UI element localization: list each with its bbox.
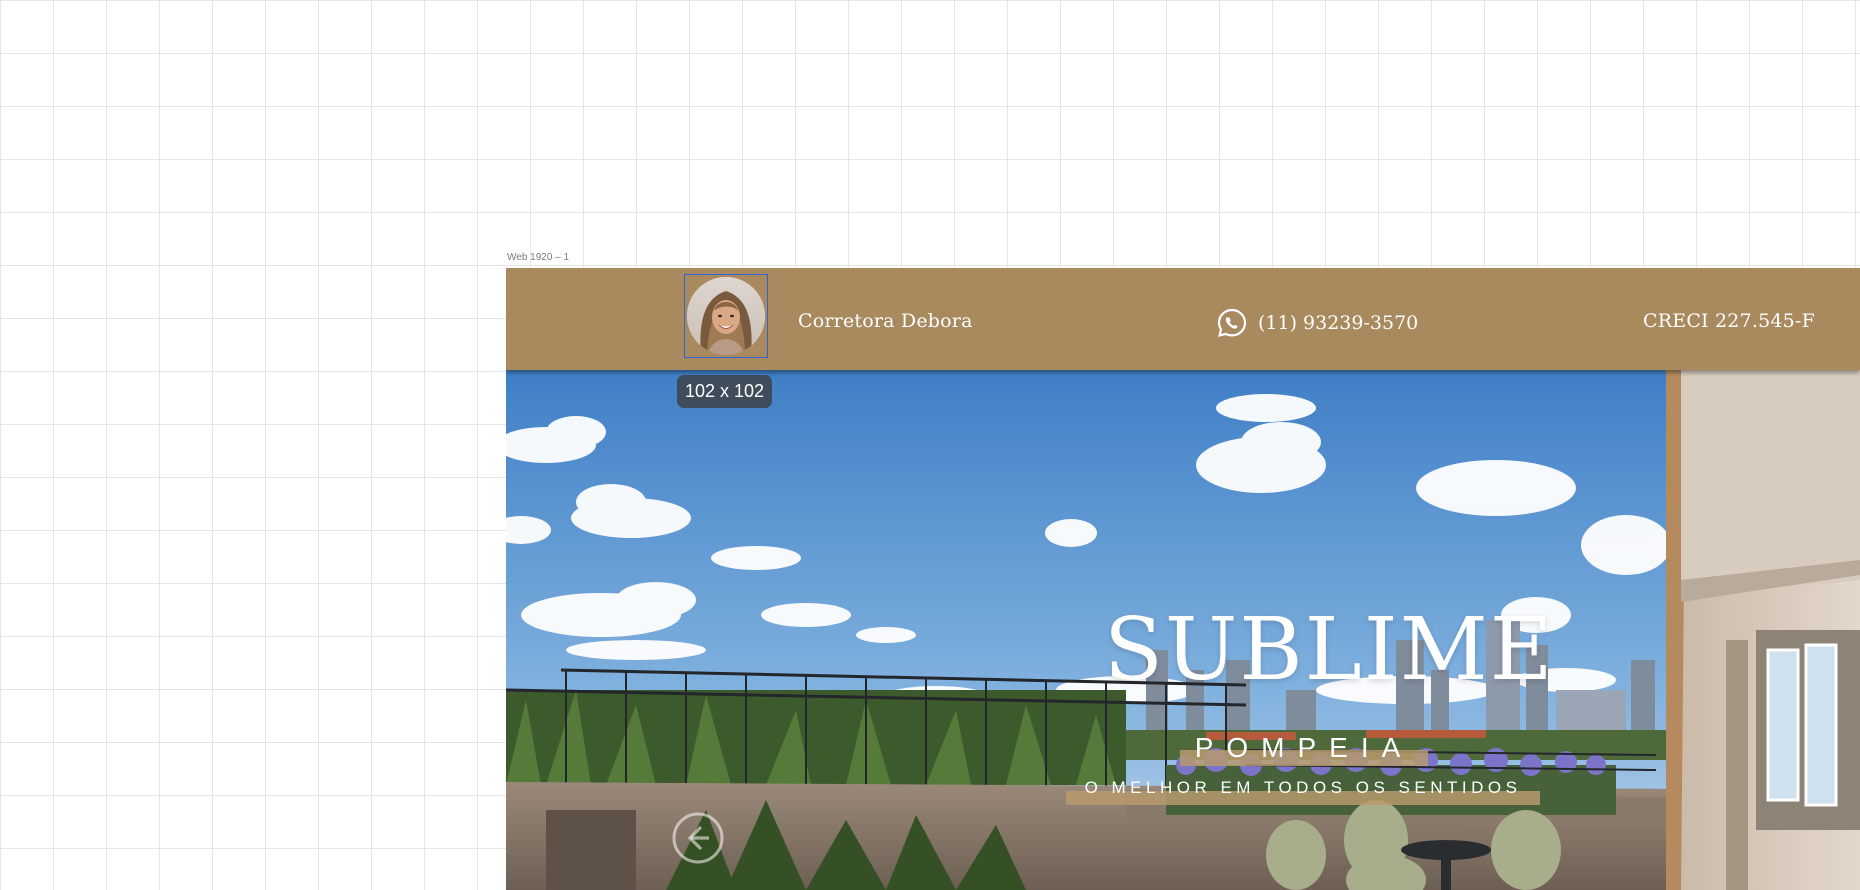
phone-number: (11) 93239-3570 [1258, 312, 1419, 334]
hero-subtitle: POMPEIA [1194, 732, 1414, 763]
hero-subtitle-block: POMPEIA [1180, 732, 1428, 768]
whatsapp-icon [1217, 308, 1247, 337]
broker-name: Corretora Debora [798, 310, 973, 332]
avatar-photo [687, 277, 765, 355]
site-header: Corretora Debora (11) 93239-3570 CRECI 2… [506, 268, 1860, 370]
artboard-label[interactable]: Web 1920 – 1 [507, 252, 569, 263]
hero-banner: SUBLIME POMPEIA O MELHOR EM TODOS OS SEN… [506, 370, 1860, 890]
hero-title: SUBLIME [1104, 600, 1555, 700]
phone-contact[interactable]: (11) 93239-3570 [1216, 306, 1418, 340]
artboard: Corretora Debora (11) 93239-3570 CRECI 2… [506, 268, 1860, 890]
avatar-selection-frame[interactable] [684, 274, 768, 358]
arrow-left-circle-icon[interactable] [671, 811, 725, 865]
hero-tagline-block: O MELHOR EM TODOS OS SENTIDOS [1066, 778, 1540, 808]
avatar[interactable] [687, 277, 765, 355]
size-tooltip: 102 x 102 [677, 375, 773, 408]
hero-tagline: O MELHOR EM TODOS OS SENTIDOS [1084, 778, 1522, 797]
creci-license: CRECI 227.545-F [1643, 310, 1815, 332]
